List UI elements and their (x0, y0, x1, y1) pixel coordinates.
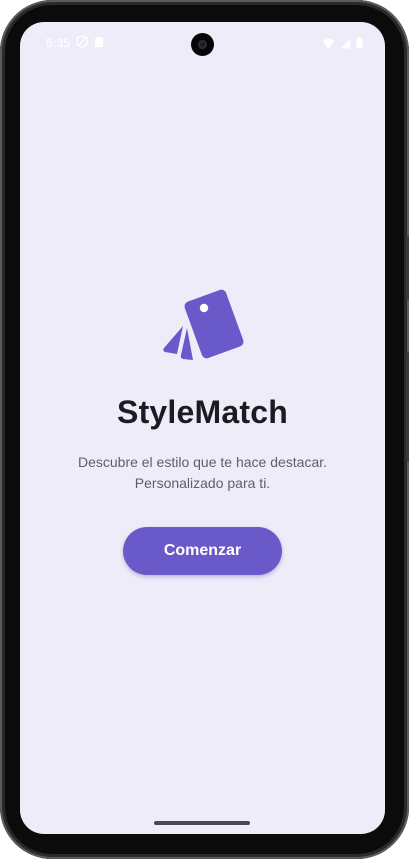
screen: 5:35 StyleMatch Descubre el estilo que t… (20, 22, 385, 834)
swatch-cards-icon (161, 288, 245, 366)
welcome-content: StyleMatch Descubre el estilo que te hac… (20, 22, 385, 834)
home-gesture-bar[interactable] (154, 821, 250, 825)
tagline-line-1: Descubre el estilo que te hace destacar. (77, 454, 328, 470)
start-button[interactable]: Comenzar (123, 527, 282, 575)
phone-frame: 5:35 StyleMatch Descubre el estilo que t… (0, 0, 409, 859)
tagline-line-2: Personalizado para ti. (134, 475, 271, 491)
app-tagline: Descubre el estilo que te hace destacar.… (40, 452, 365, 494)
app-title: StyleMatch (117, 394, 288, 430)
